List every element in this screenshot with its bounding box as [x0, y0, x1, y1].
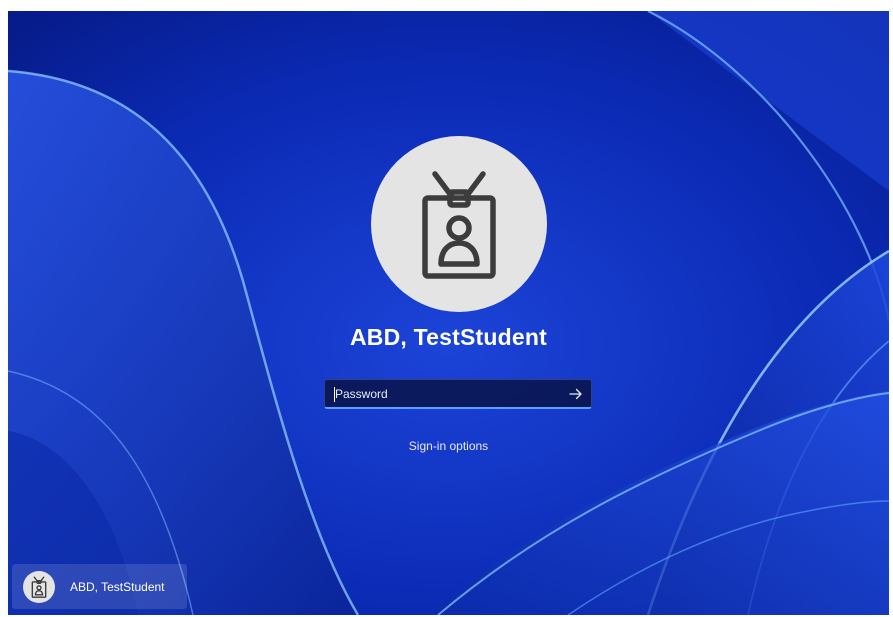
- sign-in-options-link[interactable]: Sign-in options: [409, 439, 488, 453]
- user-display-name: ABD, TestStudent: [350, 324, 547, 350]
- submit-button[interactable]: [567, 385, 585, 403]
- password-input[interactable]: [325, 380, 561, 408]
- user-tile-name: ABD, TestStudent: [70, 579, 165, 594]
- wallpaper-bloom: [8, 11, 889, 615]
- id-badge-icon: [422, 171, 496, 279]
- sign-in-options-row: Sign-in options: [8, 439, 889, 453]
- user-tile-avatar: [23, 570, 55, 603]
- user-avatar: [371, 136, 547, 312]
- lock-screen: ABD, TestStudent Sign-in options ABD, Te…: [8, 11, 889, 615]
- user-switcher-tile[interactable]: ABD, TestStudent: [12, 564, 187, 609]
- id-badge-icon: [31, 575, 47, 598]
- text-caret: [334, 387, 335, 402]
- password-field[interactable]: [324, 379, 592, 409]
- arrow-right-icon: [569, 388, 582, 400]
